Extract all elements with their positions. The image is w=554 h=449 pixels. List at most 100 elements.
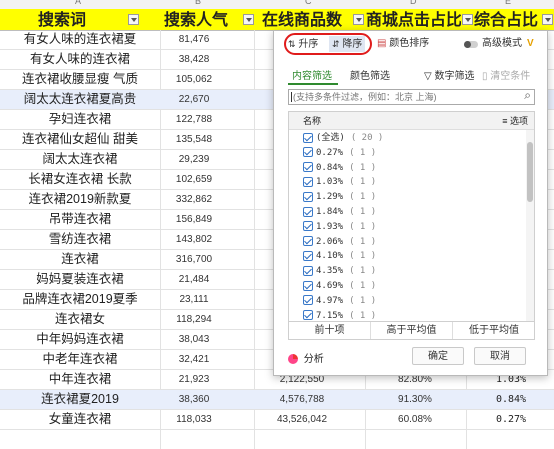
keyword-cell[interactable]: 中老年连衣裙	[0, 350, 160, 369]
keyword-cell[interactable]: 阔太太连衣裙	[0, 150, 160, 169]
filter-dropdown-popularity[interactable]	[243, 14, 254, 25]
clear-conditions-button[interactable]: ▯ 清空条件	[482, 67, 530, 82]
advanced-mode-label: 高级模式	[482, 38, 522, 49]
below-average-button[interactable]: 低于平均值	[453, 322, 535, 339]
popularity-cell[interactable]: 22,670	[160, 90, 228, 109]
keyword-cell[interactable]: 有女人味的连衣裙夏	[0, 30, 160, 49]
keyword-cell[interactable]: 吊带连衣裙	[0, 210, 160, 229]
advanced-mode-toggle[interactable]	[464, 41, 478, 48]
popularity-cell[interactable]: 21,484	[160, 270, 228, 289]
checkbox-checked-icon[interactable]	[303, 236, 313, 247]
overall-ratio-cell[interactable]: 0.27%	[468, 410, 554, 429]
popularity-cell[interactable]: 105,062	[160, 70, 228, 89]
checkbox-checked-icon[interactable]	[303, 147, 313, 158]
sort-descending-button[interactable]: ⇵ 降序	[329, 36, 366, 52]
keyword-cell[interactable]: 连衣裙2019新款夏	[0, 190, 160, 209]
keyword-cell[interactable]: 女童连衣裙	[0, 410, 160, 429]
popularity-cell[interactable]: 23,111	[160, 290, 228, 309]
above-average-button[interactable]: 高于平均值	[371, 322, 453, 339]
table-row[interactable]: 连衣裙夏2019 38,360 4,576,788 91.30% 0.84%	[0, 390, 554, 410]
keyword-cell[interactable]: 长裙女连衣裙 长款	[0, 170, 160, 189]
search-icon[interactable]: ⌕	[524, 88, 531, 103]
popularity-cell[interactable]: 143,802	[160, 230, 228, 249]
keyword-cell[interactable]: 品牌连衣裙2019夏季	[0, 290, 160, 309]
sort-ascending-button[interactable]: ⇅ 升序	[288, 36, 318, 52]
table-row[interactable]: 女童连衣裙 118,033 43,526,042 60.08% 0.27%	[0, 410, 554, 430]
analysis-button[interactable]: 分析	[288, 350, 324, 365]
column-letter-b[interactable]: B	[195, 0, 201, 6]
click-ratio-cell[interactable]: 91.30%	[365, 390, 465, 409]
tab-content-filter[interactable]: 内容筛选	[292, 67, 332, 82]
filter-search-input[interactable]	[293, 90, 513, 104]
keyword-cell[interactable]: 孕妇连衣裙	[0, 110, 160, 129]
checkbox-checked-icon[interactable]	[303, 191, 313, 202]
popularity-cell[interactable]: 102,659	[160, 170, 228, 189]
checkbox-checked-icon[interactable]	[303, 280, 313, 291]
filter-item-count: ( 1 )	[349, 281, 377, 291]
checkbox-checked-icon[interactable]	[303, 250, 313, 261]
filter-search-box[interactable]: ⌕	[288, 88, 535, 105]
top-ten-button[interactable]: 前十项	[289, 322, 371, 339]
checkbox-checked-icon[interactable]	[303, 295, 313, 306]
keyword-cell[interactable]: 有女人味的连衣裙	[0, 50, 160, 69]
header-keyword: 搜索词	[38, 10, 87, 29]
filter-item-label: 4.35%	[316, 266, 344, 277]
popularity-cell[interactable]: 29,239	[160, 150, 228, 169]
popularity-cell[interactable]: 316,700	[160, 250, 228, 269]
keyword-cell[interactable]: 阔太太连衣裙夏高贵	[0, 90, 160, 109]
popularity-cell[interactable]: 118,294	[160, 310, 228, 329]
keyword-cell[interactable]: 妈妈夏装连衣裙	[0, 270, 160, 289]
keyword-cell[interactable]: 连衣裙夏2019	[0, 390, 160, 409]
keyword-cell[interactable]: 连衣裙女	[0, 310, 160, 329]
number-filter-button[interactable]: ▽ 数字筛选	[424, 67, 474, 82]
checkbox-checked-icon[interactable]	[303, 221, 313, 232]
popularity-cell[interactable]: 81,476	[160, 30, 228, 49]
products-cell[interactable]: 4,576,788	[254, 390, 350, 409]
filter-tabs: 内容筛选 颜色筛选 ▽ 数字筛选 ▯ 清空条件	[274, 61, 547, 85]
checkbox-checked-icon[interactable]	[303, 176, 313, 187]
popularity-cell[interactable]: 135,548	[160, 130, 228, 149]
checkbox-checked-icon[interactable]	[303, 132, 313, 143]
filter-dropdown-keyword[interactable]	[128, 14, 139, 25]
column-letter-d[interactable]: D	[410, 0, 417, 6]
popularity-cell[interactable]: 32,421	[160, 350, 228, 369]
popularity-cell[interactable]: 118,033	[160, 410, 228, 429]
filter-item-label: 1.93%	[316, 221, 344, 232]
keyword-cell[interactable]: 中年连衣裙	[0, 370, 160, 389]
keyword-cell[interactable]: 连衣裙收腰显瘦 气质	[0, 70, 160, 89]
list-scrollbar[interactable]	[526, 130, 534, 321]
color-sort-button[interactable]: ▤ 颜色排序	[377, 36, 429, 52]
products-cell[interactable]: 43,526,042	[254, 410, 350, 429]
column-letter-e[interactable]: E	[505, 0, 511, 6]
ok-button[interactable]: 确定	[412, 347, 464, 365]
vip-icon: V	[527, 38, 534, 49]
filter-dropdown-mall-click-ratio[interactable]	[462, 14, 473, 25]
column-letter-a[interactable]: A	[75, 0, 81, 6]
filter-dropdown-overall-ratio[interactable]	[542, 14, 553, 25]
cancel-button[interactable]: 取消	[474, 347, 526, 365]
popularity-cell[interactable]: 38,043	[160, 330, 228, 349]
filter-item-label: 7.15%	[316, 310, 344, 321]
keyword-cell[interactable]: 连衣裙仙女超仙 甜美	[0, 130, 160, 149]
popularity-cell[interactable]: 38,360	[160, 390, 228, 409]
column-letter-c[interactable]: C	[305, 0, 312, 6]
overall-ratio-cell[interactable]: 0.84%	[468, 390, 554, 409]
checkbox-checked-icon[interactable]	[303, 310, 313, 321]
keyword-cell[interactable]: 连衣裙	[0, 250, 160, 269]
checkbox-checked-icon[interactable]	[303, 265, 313, 276]
scrollbar-thumb[interactable]	[527, 142, 533, 202]
filter-dropdown-online-products[interactable]	[353, 14, 364, 25]
popularity-cell[interactable]: 38,428	[160, 50, 228, 69]
checkbox-checked-icon[interactable]	[303, 162, 313, 173]
popularity-cell[interactable]: 122,788	[160, 110, 228, 129]
list-options-button[interactable]: ≡ 选项	[502, 114, 528, 127]
popularity-cell[interactable]: 21,923	[160, 370, 228, 389]
keyword-cell[interactable]: 中年妈妈连衣裙	[0, 330, 160, 349]
popularity-cell[interactable]: 156,849	[160, 210, 228, 229]
keyword-cell[interactable]: 雪纺连衣裙	[0, 230, 160, 249]
popularity-cell[interactable]: 332,862	[160, 190, 228, 209]
click-ratio-cell[interactable]: 60.08%	[365, 410, 465, 429]
list-header-name: 名称	[303, 116, 322, 126]
checkbox-checked-icon[interactable]	[303, 206, 313, 217]
tab-color-filter[interactable]: 颜色筛选	[350, 67, 390, 82]
